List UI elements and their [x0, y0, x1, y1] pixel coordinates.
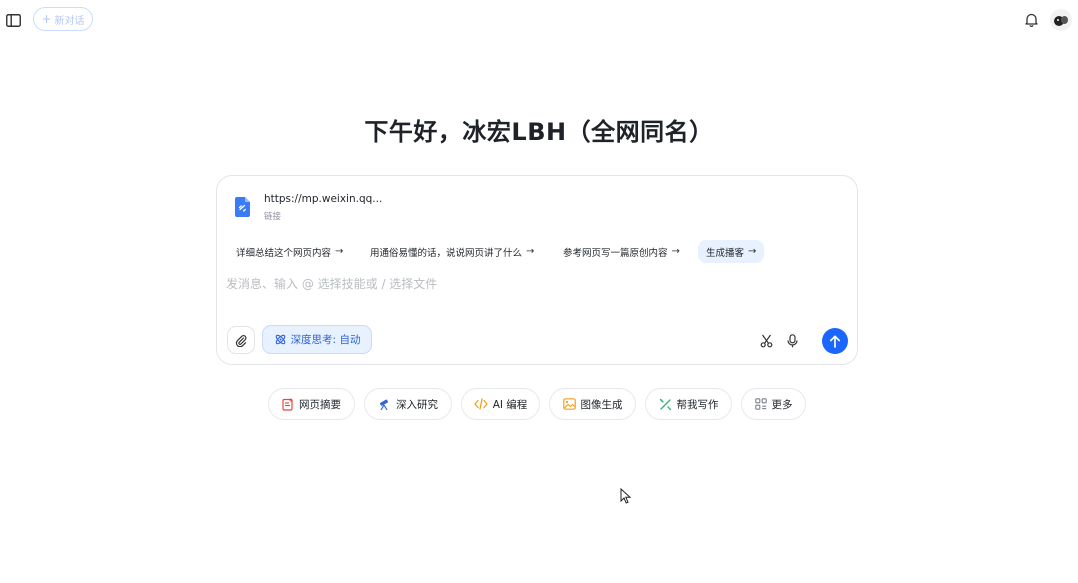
suggestion-chip[interactable]: 详细总结这个网页内容 →: [228, 240, 351, 263]
bell-icon: [1024, 13, 1038, 27]
suggestion-label: 参考网页写一篇原创内容: [563, 247, 668, 259]
arrow-right-icon: →: [671, 246, 680, 257]
code-icon: [474, 398, 488, 410]
notification-button[interactable]: [1022, 11, 1040, 29]
paperclip-icon: [235, 334, 247, 347]
sidebar-icon: [5, 13, 21, 27]
user-avatar[interactable]: [1050, 9, 1072, 31]
arrow-right-icon: →: [335, 246, 344, 257]
telescope-icon: [380, 399, 388, 410]
tool-deep-research[interactable]: 深入研究: [364, 388, 452, 420]
greeting-title: 下午好，冰宏LBH（全网同名）: [364, 118, 714, 146]
tool-label: 深入研究: [396, 398, 438, 411]
image-icon: [562, 398, 576, 410]
pen-icon: [659, 398, 671, 410]
tool-label: 网页摘要: [299, 398, 341, 411]
web-summary-icon: [282, 398, 293, 411]
screenshot-button[interactable]: [757, 332, 775, 350]
suggestion-chip[interactable]: 参考网页写一篇原创内容 →: [555, 240, 688, 263]
attached-link-card[interactable]: https://mp.weixin.qq... 链接: [235, 189, 385, 225]
send-button[interactable]: [822, 328, 848, 354]
grid-icon: [754, 398, 767, 410]
suggestion-chip[interactable]: 用通俗易懂的话，说说网页讲了什么 →: [362, 240, 542, 263]
tool-ai-programming[interactable]: AI 编程: [461, 388, 540, 420]
message-input[interactable]: [226, 274, 826, 294]
arrow-up-icon: [829, 334, 841, 348]
tool-web-summary[interactable]: 网页摘要: [268, 388, 355, 420]
tool-label: 更多: [771, 398, 793, 411]
new-chat-button[interactable]: + 新对话: [33, 7, 93, 31]
suggestion-label: 生成播客: [706, 247, 745, 259]
tool-more[interactable]: 更多: [741, 388, 806, 420]
deep-think-label: 深度思考: 自动: [290, 334, 361, 346]
arrow-right-icon: →: [748, 246, 757, 257]
new-chat-label: 新对话: [54, 15, 85, 27]
atom-icon: [275, 334, 285, 345]
mouse-cursor-icon: [620, 488, 632, 504]
attach-button[interactable]: [227, 326, 255, 354]
scissors-icon: [760, 334, 772, 348]
deep-think-toggle[interactable]: 深度思考: 自动: [262, 325, 372, 354]
attachment-type: 链接: [264, 212, 282, 222]
tool-label: AI 编程: [492, 398, 528, 411]
avatar-image-icon: [1054, 16, 1068, 26]
attachment-name: https://mp.weixin.qq...: [264, 193, 383, 205]
arrow-right-icon: →: [526, 246, 535, 257]
plus-icon: +: [41, 12, 52, 26]
suggestion-chip-podcast[interactable]: 生成播客 →: [698, 240, 765, 263]
link-file-icon: [235, 197, 250, 217]
tool-image-generation[interactable]: 图像生成: [549, 388, 636, 420]
suggestion-label: 详细总结这个网页内容: [236, 247, 332, 259]
tool-writing[interactable]: 帮我写作: [645, 388, 732, 420]
suggestion-label: 用通俗易懂的话，说说网页讲了什么: [370, 247, 523, 259]
microphone-icon: [786, 334, 798, 348]
sidebar-toggle-button[interactable]: [3, 10, 23, 30]
voice-input-button[interactable]: [783, 332, 801, 350]
tool-label: 图像生成: [580, 398, 623, 411]
tool-label: 帮我写作: [676, 398, 719, 411]
